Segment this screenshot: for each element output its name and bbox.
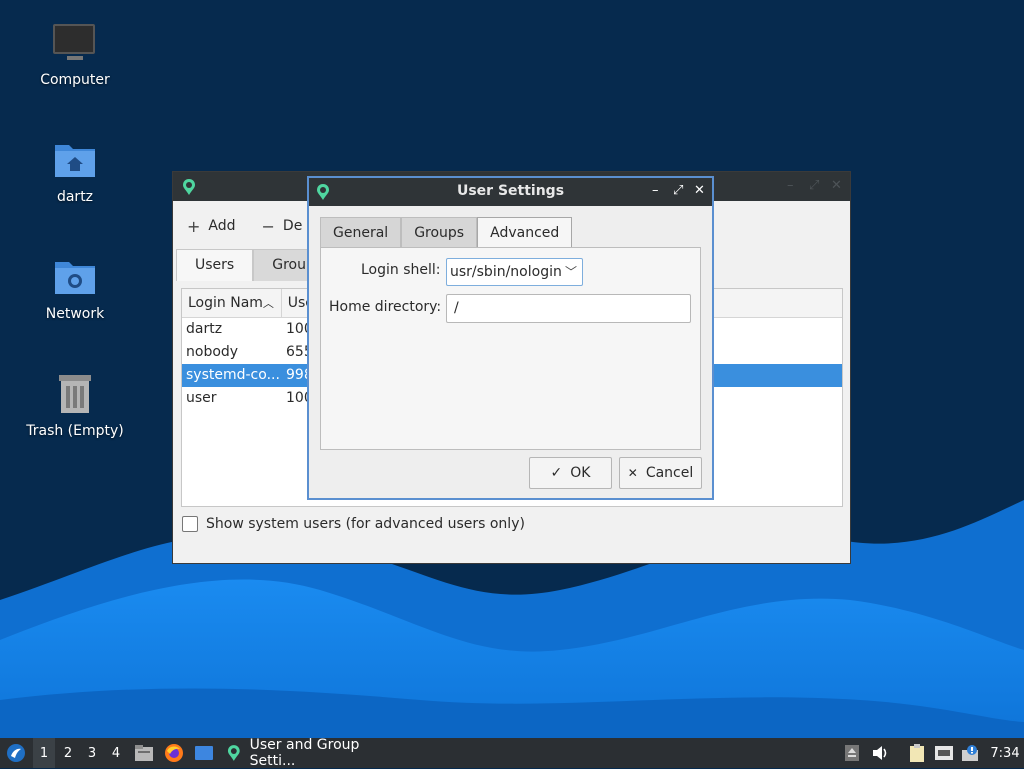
start-menu-button[interactable] <box>4 738 28 768</box>
minimize-icon[interactable]: – <box>787 178 794 193</box>
toolbar: + Add − De <box>181 212 308 240</box>
checkmark-icon: ✓ <box>550 465 563 481</box>
login-cell: nobody <box>186 344 239 360</box>
clipboard-icon <box>910 744 924 762</box>
minimize-icon[interactable]: – <box>652 183 659 198</box>
update-notification-icon <box>962 745 978 761</box>
advanced-panel: Login shell: usr/sbin/nologin ﹀ Home dir… <box>320 247 701 450</box>
desktop-icon-label: Trash (Empty) <box>26 423 124 439</box>
show-system-users-label: Show system users (for advanced users on… <box>206 516 525 532</box>
delete-user-button[interactable]: − De <box>256 217 309 236</box>
desktop-icon-label: Network <box>45 306 105 322</box>
column-login-name[interactable]: Login Nam︿ <box>182 289 282 318</box>
home-directory-row: Home directory: <box>329 299 441 315</box>
login-shell-combobox[interactable]: usr/sbin/nologin ﹀ <box>446 258 583 286</box>
workspace-1[interactable]: 1 <box>33 738 55 768</box>
firefox-icon <box>165 744 183 762</box>
clock[interactable]: 7:34 <box>988 738 1022 768</box>
desktop-icon-computer[interactable]: Computer <box>15 22 135 88</box>
taskbar-window-label: User and Group Setti... <box>249 737 360 769</box>
show-desktop-icon <box>195 746 213 760</box>
home-directory-value: / <box>454 300 459 316</box>
add-user-button[interactable]: + Add <box>181 217 242 236</box>
maximize-icon[interactable]: ⤢ <box>809 178 819 193</box>
desktop-icon-label: Computer <box>40 72 110 88</box>
tab-groups[interactable]: Groups <box>401 217 478 248</box>
cancel-label: Cancel <box>645 465 694 481</box>
sort-ascending-icon: ︿ <box>262 297 274 310</box>
home-directory-field[interactable]: / <box>446 294 691 323</box>
tab-general[interactable]: General <box>320 217 402 248</box>
network-folder-icon <box>53 256 97 300</box>
add-label: Add <box>208 218 236 234</box>
home-directory-label: Home directory: <box>329 299 442 315</box>
delete-label: De <box>282 218 303 234</box>
network-wired-icon <box>935 746 953 760</box>
show-system-users-option[interactable]: Show system users (for advanced users on… <box>182 516 525 532</box>
workspace-2[interactable]: 2 <box>57 738 79 768</box>
login-shell-row: Login shell: <box>361 262 441 278</box>
volume-tray-button[interactable] <box>870 738 892 768</box>
login-shell-value: usr/sbin/nologin <box>450 264 562 280</box>
clipboard-tray-button[interactable] <box>906 738 928 768</box>
file-manager-launcher[interactable] <box>133 738 155 768</box>
minus-icon: − <box>261 216 275 236</box>
desktop-icon-trash[interactable]: Trash (Empty) <box>15 373 135 439</box>
tab-advanced[interactable]: Advanced <box>477 217 573 248</box>
user-settings-dialog: User Settings – ⤢ ✕ General Groups Advan… <box>307 176 714 500</box>
workspace-4[interactable]: 4 <box>105 738 127 768</box>
cancel-button[interactable]: ✕ Cancel <box>619 457 702 489</box>
show-system-users-checkbox[interactable] <box>182 516 198 532</box>
desktop-icon-network[interactable]: Network <box>15 256 135 322</box>
close-icon[interactable]: ✕ <box>694 183 705 198</box>
login-cell: user <box>186 390 217 406</box>
user-settings-app-icon <box>181 178 197 200</box>
computer-icon <box>53 22 97 66</box>
column-login-name-label: Login Nam <box>188 295 263 311</box>
dialog-titlebar[interactable]: User Settings – ⤢ ✕ <box>309 178 712 206</box>
volume-icon <box>873 746 887 760</box>
plus-icon: + <box>187 216 201 236</box>
login-cell: dartz <box>186 321 223 337</box>
ok-button[interactable]: ✓ OK <box>529 457 612 489</box>
login-shell-label: Login shell: <box>361 262 441 278</box>
trash-icon <box>53 373 97 417</box>
file-manager-icon <box>135 745 153 761</box>
user-settings-app-icon <box>227 745 240 761</box>
desktop-icon-dartz[interactable]: dartz <box>15 139 135 205</box>
desktop-icon-label: dartz <box>56 189 94 205</box>
close-icon: ✕ <box>627 466 638 480</box>
start-menu-icon <box>7 744 25 762</box>
dialog-tabs: General Groups Advanced <box>320 217 573 248</box>
eject-tray-button[interactable] <box>843 738 861 768</box>
firefox-launcher[interactable] <box>163 738 185 768</box>
login-cell: systemd-co... <box>186 367 280 383</box>
ok-label: OK <box>570 465 591 481</box>
workspace-3[interactable]: 3 <box>81 738 103 768</box>
desktop-launcher[interactable] <box>193 738 215 768</box>
close-icon[interactable]: ✕ <box>831 178 842 193</box>
eject-icon <box>845 745 859 761</box>
chevron-down-icon: ﹀ <box>564 265 577 279</box>
taskbar: 1 2 3 4 User and Group Setti... 7:34 <box>0 737 1024 769</box>
taskbar-window-button[interactable]: User and Group Setti... <box>226 737 406 769</box>
updates-tray-button[interactable] <box>960 738 982 768</box>
network-tray-button[interactable] <box>932 738 956 768</box>
home-folder-icon <box>53 139 97 183</box>
tab-users[interactable]: Users <box>176 249 254 281</box>
maximize-icon[interactable]: ⤢ <box>673 183 683 198</box>
